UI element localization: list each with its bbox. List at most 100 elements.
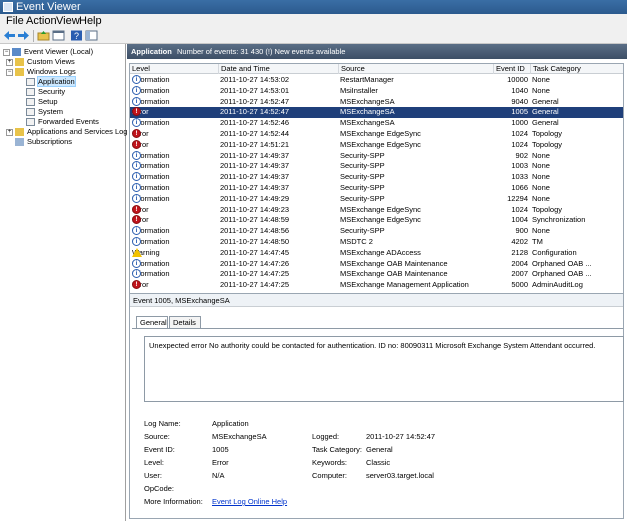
table-row[interactable]: i Information 2011-10-27 14:49:37 Security-… bbox=[130, 150, 623, 162]
table-row[interactable]: i Information 2011-10-27 14:49:37 Security-… bbox=[130, 161, 623, 172]
field-level: Error bbox=[212, 458, 229, 467]
cell-date: 2011-10-27 14:52:47 bbox=[220, 107, 290, 117]
table-row[interactable]: i Information 2011-10-27 14:49:37 Security-… bbox=[130, 183, 623, 194]
error-icon: ! bbox=[132, 204, 141, 214]
tree-node-label: Custom Views bbox=[27, 57, 75, 66]
cell-date: 2011-10-27 14:49:37 bbox=[220, 172, 290, 182]
expand-icon[interactable]: + bbox=[6, 128, 13, 136]
field-label-user: User: bbox=[144, 471, 162, 480]
cell-source: MSExchange EdgeSync bbox=[340, 129, 421, 138]
column-header-source[interactable]: Source bbox=[338, 64, 493, 74]
forward-icon[interactable] bbox=[17, 30, 30, 41]
cell-level: !Error bbox=[132, 139, 218, 151]
cell-task-category: None bbox=[532, 193, 550, 203]
table-row[interactable]: i Information 2011-10-27 14:53:02 RestartMa… bbox=[130, 75, 623, 86]
cell-source: MSExchange ADAccess bbox=[340, 247, 421, 257]
cell-date: 2011-10-27 14:48:59 bbox=[220, 215, 290, 225]
console-tree-icon[interactable] bbox=[85, 30, 98, 41]
event-message[interactable]: Unexpected error No authority could be c… bbox=[144, 336, 624, 402]
event-viewer-icon bbox=[12, 48, 21, 57]
event-log-online-help-link[interactable]: Event Log Online Help bbox=[212, 497, 287, 506]
table-row[interactable]: i Information 2011-10-27 14:49:29 Security-… bbox=[130, 193, 623, 205]
table-row[interactable]: i Information 2011-10-27 14:52:46 MSExchang… bbox=[130, 118, 623, 129]
cell-task-category: None bbox=[532, 172, 550, 182]
menu-file[interactable]: File bbox=[6, 15, 24, 27]
tree-node-forwarded-events[interactable]: Forwarded Events bbox=[26, 117, 99, 127]
field-logged: 2011-10-27 14:52:47 bbox=[366, 432, 436, 441]
help-icon[interactable]: ? bbox=[70, 30, 83, 41]
tree-node-label: Application bbox=[37, 76, 76, 87]
table-row[interactable]: i Information 2011-10-27 14:49:37 Security-… bbox=[130, 172, 623, 183]
field-user: N/A bbox=[212, 471, 225, 480]
tab-details[interactable]: Details bbox=[169, 316, 201, 328]
tree-node-windows-logs[interactable]: − Windows Logs bbox=[6, 67, 76, 77]
tree-node-security[interactable]: Security bbox=[26, 87, 65, 97]
information-icon: i bbox=[132, 258, 141, 268]
event-count: Number of events: 31 430 (!) New events … bbox=[177, 47, 346, 56]
cell-date: 2011-10-27 14:49:37 bbox=[220, 150, 290, 160]
error-icon: ! bbox=[132, 139, 141, 149]
expand-icon[interactable]: + bbox=[6, 58, 13, 66]
tree-node-applications-services-logs[interactable]: + Applications and Services Logs bbox=[6, 127, 131, 137]
column-header-date[interactable]: Date and Time bbox=[218, 64, 338, 74]
back-icon[interactable] bbox=[3, 30, 16, 41]
menu-action[interactable]: Action bbox=[26, 15, 57, 27]
table-row[interactable]: !Error2011-10-27 14:52:44 MSExchange Edge… bbox=[130, 129, 623, 140]
cell-task-category: None bbox=[532, 150, 550, 160]
up-folder-icon[interactable] bbox=[37, 30, 50, 41]
table-row[interactable]: i Information 2011-10-27 14:47:25 MSExchang… bbox=[130, 269, 623, 280]
event-viewer-icon bbox=[3, 2, 13, 12]
cell-source: MsiInstaller bbox=[340, 85, 378, 95]
table-row[interactable]: !Error2011-10-27 14:51:21 MSExchange Edge… bbox=[130, 139, 623, 151]
field-label-keywords: Keywords: bbox=[312, 458, 348, 467]
cell-source: MSExchange OAB Maintenance bbox=[340, 269, 448, 279]
collapse-icon[interactable]: − bbox=[3, 48, 10, 56]
table-row[interactable]: i Information 2011-10-27 14:48:50 MSDTC 2 42… bbox=[130, 237, 623, 248]
cell-source: Security-SPP bbox=[340, 183, 385, 192]
menu-bar: File Action View Help bbox=[0, 14, 627, 28]
field-task-category: General bbox=[366, 445, 393, 454]
column-header-level[interactable]: Level bbox=[130, 64, 218, 74]
field-log-name: Application bbox=[212, 419, 249, 428]
tree-node-label: Forwarded Events bbox=[38, 117, 99, 126]
tree-node-subscriptions[interactable]: Subscriptions bbox=[15, 137, 72, 147]
cell-event-id: 1004 bbox=[511, 215, 528, 225]
tree-node-event-viewer-local[interactable]: − Event Viewer (Local) bbox=[3, 47, 93, 57]
tree-node-system[interactable]: System bbox=[26, 107, 63, 117]
table-row[interactable]: i Information 2011-10-27 14:52:47 MSExchang… bbox=[130, 96, 623, 108]
cell-event-id: 1024 bbox=[511, 129, 528, 138]
field-event-id: 1005 bbox=[212, 445, 229, 454]
cell-task-category: Topology bbox=[532, 129, 563, 138]
tree-node-setup[interactable]: Setup bbox=[26, 97, 58, 107]
collapse-icon[interactable]: − bbox=[6, 68, 13, 76]
tree-node-custom-views[interactable]: + Custom Views bbox=[6, 57, 75, 67]
toolbar-separator bbox=[33, 30, 34, 42]
table-row[interactable]: i Information 2011-10-27 14:47:26 MSExchang… bbox=[130, 258, 623, 270]
menu-view[interactable]: View bbox=[56, 15, 80, 27]
cell-task-category: None bbox=[532, 161, 550, 171]
table-row[interactable]: Warning 2011-10-27 14:47:45 MSExchange ADA… bbox=[130, 247, 623, 259]
table-row[interactable]: i Information 2011-10-27 14:48:56 Security-… bbox=[130, 226, 623, 237]
cell-source: MSExchange EdgeSync bbox=[340, 215, 421, 225]
table-row[interactable]: !Error2011-10-27 14:52:47 MSExchangeSA 100… bbox=[130, 107, 623, 119]
column-header-event-id[interactable]: Event ID bbox=[493, 64, 530, 74]
information-icon: i bbox=[132, 85, 141, 95]
title-bar: Event Viewer bbox=[0, 0, 627, 14]
cell-source: MSExchangeSA bbox=[340, 96, 395, 106]
cell-event-id: 1024 bbox=[511, 204, 528, 214]
tree-node-application[interactable]: Application bbox=[26, 76, 76, 87]
properties-icon[interactable] bbox=[52, 30, 65, 41]
table-row[interactable]: !Error2011-10-27 14:47:25 MSExchange Mana… bbox=[130, 280, 623, 291]
error-icon: ! bbox=[132, 129, 141, 138]
cell-task-category: General bbox=[532, 96, 559, 106]
menu-help[interactable]: Help bbox=[79, 15, 102, 27]
cell-level: i Information bbox=[132, 193, 218, 205]
column-header-task-category[interactable]: Task Category bbox=[530, 64, 623, 74]
table-row[interactable]: !Error2011-10-27 14:48:59 MSExchange Edge… bbox=[130, 215, 623, 226]
cell-event-id: 12294 bbox=[507, 193, 528, 203]
table-row[interactable]: i Information 2011-10-27 14:53:01 MsiInstal… bbox=[130, 85, 623, 97]
information-icon: i bbox=[132, 183, 141, 192]
cell-task-category: None bbox=[532, 75, 550, 84]
cell-level: i Information bbox=[132, 226, 218, 237]
table-row[interactable]: !Error2011-10-27 14:49:23 MSExchange Edge… bbox=[130, 204, 623, 216]
